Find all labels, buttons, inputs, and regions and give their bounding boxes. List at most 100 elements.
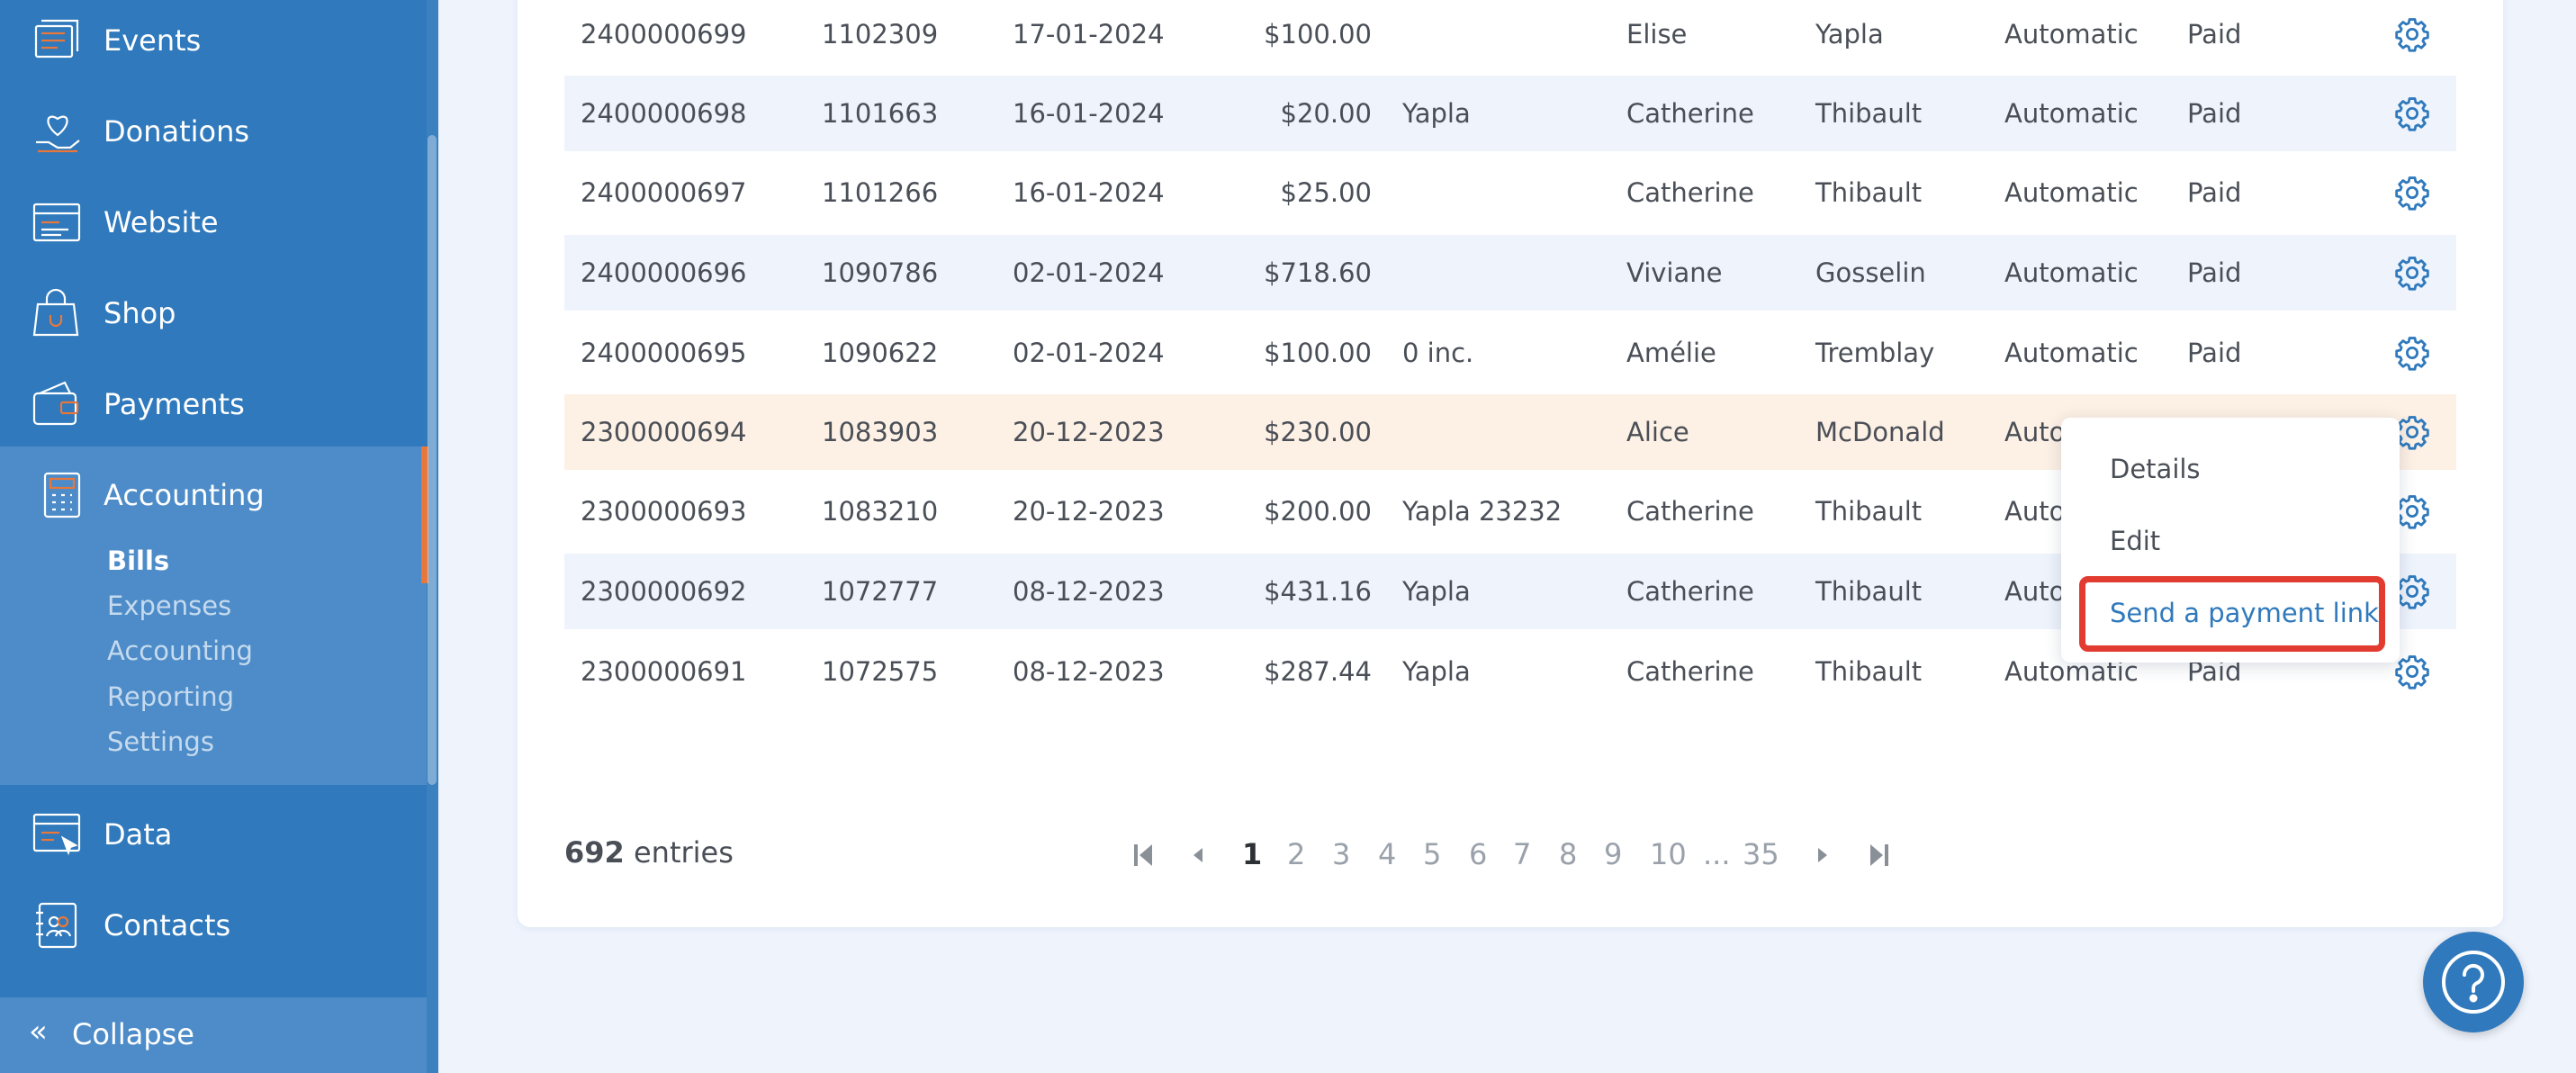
sidebar-scrollbar-thumb[interactable] (428, 135, 437, 785)
wallet-icon (31, 377, 85, 431)
submenu-settings[interactable]: Settings (107, 726, 214, 757)
menu-item-details[interactable]: Details (2110, 454, 2201, 484)
cell-last-name: Yapla (1815, 19, 1884, 50)
cell-bill-number: 2300000691 (581, 656, 747, 687)
cell-note: Yapla (1402, 576, 1471, 607)
collapse-button[interactable]: « Collapse (0, 997, 427, 1073)
submenu-expenses[interactable]: Expenses (107, 591, 231, 621)
table-row[interactable]: 2400000695 1090622 02-01-2024 $100.00 0 inc.… (564, 315, 2456, 391)
cell-first-name: Viviane (1626, 257, 1723, 288)
cell-type: Automatic (2004, 338, 2139, 368)
table-row[interactable]: 2400000699 1102309 17-01-2024 $100.00 Elise Y… (564, 0, 2456, 72)
table-row[interactable]: 2400000696 1090786 02-01-2024 $718.60 Vivian… (564, 235, 2456, 311)
data-cursor-icon (31, 807, 85, 861)
double-chevron-left-icon: « (29, 1014, 48, 1050)
gear-icon[interactable] (2393, 254, 2431, 292)
gear-icon[interactable] (2393, 95, 2431, 132)
gear-icon[interactable] (2393, 334, 2431, 372)
browser-icon (31, 195, 85, 249)
cell-date: 20-12-2023 (1013, 417, 1165, 447)
cell-first-name: Alice (1626, 417, 1689, 447)
cell-first-name: Catherine (1626, 177, 1754, 208)
sidebar-item-accounting[interactable]: Accounting (0, 450, 427, 540)
help-button[interactable] (2423, 932, 2524, 1032)
sidebar-item-events[interactable]: Events (0, 0, 427, 86)
table-row[interactable]: 2400000698 1101663 16-01-2024 $20.00 Yapla Ca… (564, 76, 2456, 151)
menu-item-edit[interactable]: Edit (2110, 526, 2160, 556)
cell-amount: $100.00 (1264, 338, 1372, 368)
entries-number: 692 (564, 835, 625, 870)
page-number[interactable]: 2 (1287, 832, 1305, 877)
gear-icon[interactable] (2393, 15, 2431, 53)
last-page-icon[interactable] (1865, 837, 1892, 873)
heart-hand-icon (31, 104, 85, 158)
sidebar-item-donations[interactable]: Donations (0, 86, 427, 176)
cell-amount: $25.00 (1280, 177, 1372, 208)
cell-first-name: Catherine (1626, 576, 1754, 607)
page-ellipsis: ... (1703, 837, 1731, 871)
page-number[interactable]: 5 (1423, 832, 1441, 877)
previous-page-icon[interactable] (1184, 837, 1211, 873)
page-number[interactable]: 7 (1513, 832, 1531, 877)
cell-date: 08-12-2023 (1013, 576, 1165, 607)
cell-first-name: Catherine (1626, 98, 1754, 129)
page-number[interactable]: 9 (1604, 832, 1622, 877)
cell-date: 08-12-2023 (1013, 656, 1165, 687)
cell-bill-number: 2300000693 (581, 496, 747, 527)
cell-type: Automatic (2004, 19, 2139, 50)
cell-reference: 1072777 (822, 576, 939, 607)
sidebar-item-data[interactable]: Data (0, 789, 427, 879)
page-number[interactable]: 1 (1242, 832, 1262, 877)
submenu-reporting[interactable]: Reporting (107, 681, 234, 712)
sidebar: Events Donations Website Shop Payments A… (0, 0, 438, 1073)
cell-status: Paid (2187, 98, 2242, 129)
gear-icon[interactable] (2393, 653, 2431, 690)
page-number[interactable]: 6 (1469, 832, 1487, 877)
sidebar-item-website[interactable]: Website (0, 177, 427, 267)
sidebar-item-payments[interactable]: Payments (0, 359, 427, 449)
calculator-icon (36, 468, 90, 522)
page-number-last[interactable]: 35 (1743, 832, 1779, 877)
cell-first-name: Elise (1626, 19, 1688, 50)
cell-status: Paid (2187, 338, 2242, 368)
cell-date: 17-01-2024 (1013, 19, 1165, 50)
cell-first-name: Catherine (1626, 656, 1754, 687)
cell-bill-number: 2400000699 (581, 19, 747, 50)
cell-status: Paid (2187, 257, 2242, 288)
cell-last-name: Thibault (1815, 656, 1923, 687)
cell-note: Yapla (1402, 656, 1471, 687)
ticket-icon (31, 14, 85, 68)
page-number[interactable]: 10 (1650, 832, 1687, 877)
sidebar-item-contacts[interactable]: Contacts (0, 880, 427, 970)
cell-status: Paid (2187, 19, 2242, 50)
cell-last-name: Thibault (1815, 177, 1923, 208)
cell-last-name: McDonald (1815, 417, 1945, 447)
cell-bill-number: 2400000697 (581, 177, 747, 208)
cell-first-name: Amélie (1626, 338, 1716, 368)
cell-note: Yapla 23232 (1402, 496, 1563, 527)
page-number[interactable]: 8 (1559, 832, 1577, 877)
page-number[interactable]: 3 (1332, 832, 1350, 877)
next-page-icon[interactable] (1809, 837, 1836, 873)
cell-bill-number: 2400000698 (581, 98, 747, 129)
cell-bill-number: 2300000694 (581, 417, 747, 447)
sidebar-item-shop[interactable]: Shop (0, 268, 427, 358)
table-row[interactable]: 2400000697 1101266 16-01-2024 $25.00 Catheri… (564, 155, 2456, 230)
cell-date: 20-12-2023 (1013, 496, 1165, 527)
sidebar-item-label: Payments (104, 387, 245, 421)
page-number[interactable]: 4 (1378, 832, 1396, 877)
sidebar-item-label: Events (104, 23, 202, 58)
cell-bill-number: 2300000692 (581, 576, 747, 607)
contacts-book-icon (31, 898, 85, 952)
first-page-icon[interactable] (1130, 837, 1157, 873)
submenu-accounting[interactable]: Accounting (107, 636, 253, 666)
cell-amount: $20.00 (1280, 98, 1372, 129)
highlight-annotation (2079, 576, 2385, 652)
cell-note: Yapla (1402, 98, 1471, 129)
cell-date: 16-01-2024 (1013, 177, 1165, 208)
cell-bill-number: 2400000696 (581, 257, 747, 288)
cell-reference: 1072575 (822, 656, 939, 687)
gear-icon[interactable] (2393, 174, 2431, 212)
submenu-bills[interactable]: Bills (107, 546, 169, 576)
cell-reference: 1090622 (822, 338, 939, 368)
